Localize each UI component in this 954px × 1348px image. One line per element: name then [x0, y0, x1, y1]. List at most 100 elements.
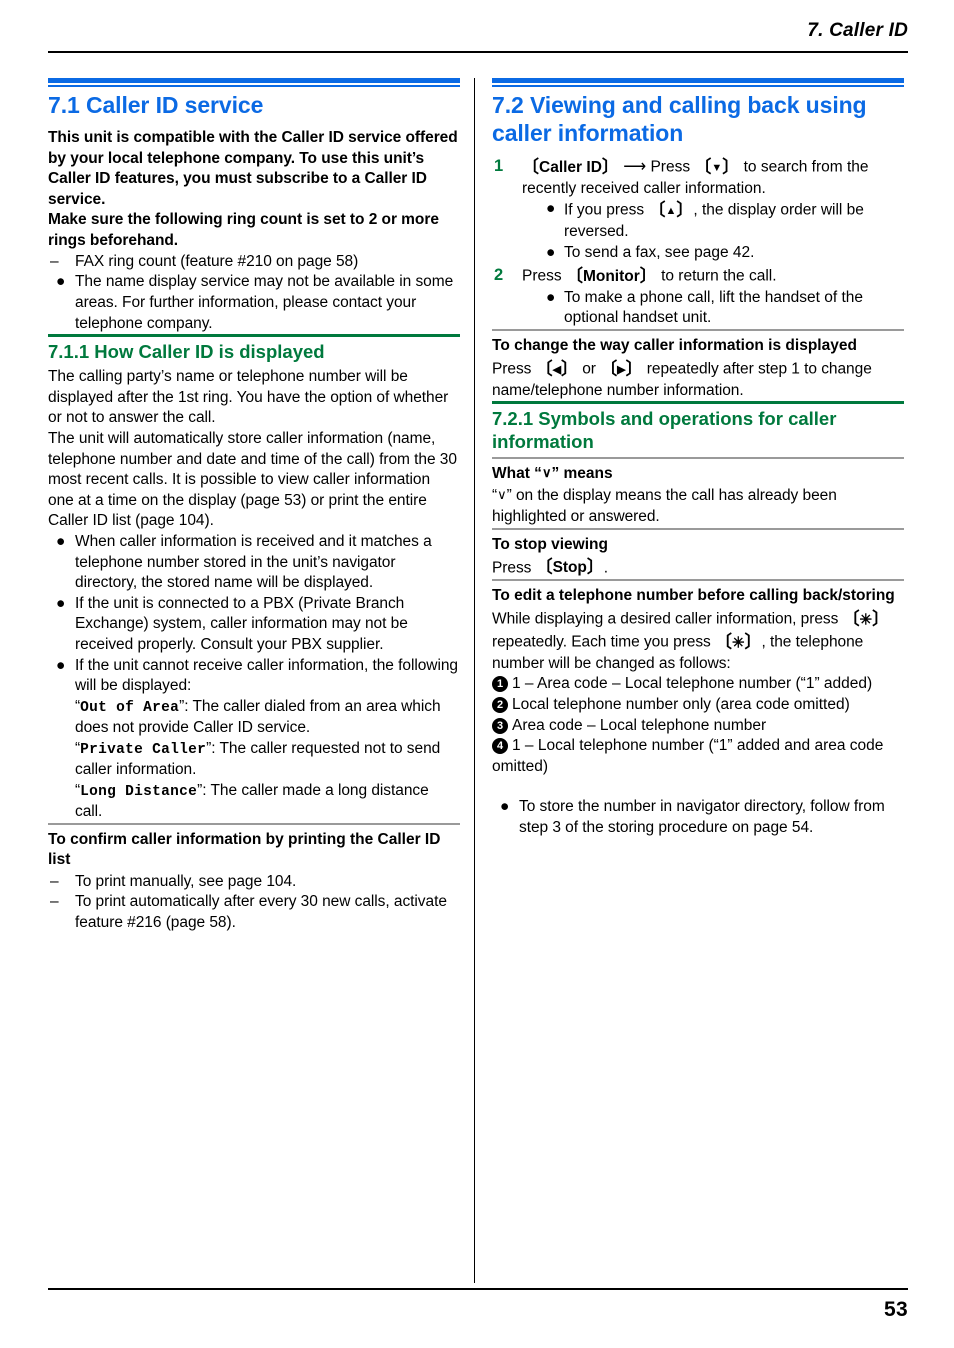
- sub-bullet-pre: To send a fax, see page 42.: [564, 243, 755, 261]
- body-post: ” on the display means the call has alre…: [492, 487, 837, 525]
- right-column: 7.2 Viewing and calling back using calle…: [492, 78, 904, 839]
- text-pre: Press: [492, 360, 532, 378]
- circled-number-icon: 1: [492, 676, 508, 693]
- print-block-heading: To confirm caller information by printin…: [48, 830, 441, 868]
- key-caller-id: 〔Caller ID〕: [522, 157, 619, 177]
- edit-number-heading: To edit a telephone number before callin…: [492, 587, 895, 605]
- how-displayed-paragraph-2: The unit will automatically store caller…: [48, 429, 457, 530]
- key-left-arrow: 〔◀〕: [535, 359, 578, 379]
- bullet-icon: ●: [500, 798, 510, 816]
- step-number: 1: [494, 157, 504, 176]
- bullet-icon: ●: [546, 288, 556, 306]
- stop-viewing-heading: To stop viewing: [492, 535, 608, 553]
- dash-marker: –: [50, 872, 59, 890]
- list-item-label: When caller information is received and …: [75, 532, 432, 592]
- key-asterisk: 〔✳〕: [842, 609, 890, 629]
- change-display-rule: [492, 328, 904, 331]
- display-message-row: “Private Caller”: The caller requested n…: [75, 739, 460, 781]
- display-message-block: “Out of Area”: The caller dialed from an…: [48, 697, 460, 823]
- what-check-heading: What “∨” means: [492, 464, 904, 484]
- key-stop: 〔Stop〕: [535, 557, 604, 577]
- list-item-label: 1 – Area code – Local telephone number (…: [512, 675, 873, 693]
- list-item: ● When caller information is received an…: [48, 532, 460, 594]
- section-intro-paragraph-2: Make sure the following ring count is se…: [48, 211, 439, 250]
- what-check-rule: [492, 457, 904, 460]
- step-text-a: Press: [650, 158, 691, 176]
- section-title-7-1: 7.1 Caller ID service: [48, 92, 264, 118]
- step-1-sub-bullets: ● If you press 〔▲〕, the display order wi…: [542, 199, 904, 263]
- dash-marker: –: [50, 893, 59, 911]
- bullet-icon: ●: [56, 656, 66, 674]
- stop-viewing-paragraph: Press 〔Stop〕.: [492, 557, 904, 580]
- section-bar-thick: [48, 78, 460, 83]
- section-intro-paragraph-1: This unit is compatible with the Caller …: [48, 129, 458, 208]
- section-title-7-2: 7.2 Viewing and calling back using calle…: [492, 92, 867, 147]
- subsection-rule-7-2-1: [492, 401, 904, 405]
- section-bar-thick: [492, 78, 904, 83]
- left-arrow-icon: ◀: [552, 363, 562, 376]
- manual-page: 7. Caller ID 7.1 Caller ID service This …: [0, 0, 954, 1348]
- asterisk-icon: ✳: [731, 634, 745, 652]
- display-message-code: Private Caller: [80, 741, 207, 758]
- list-item: – FAX ring count (feature #210 on page 5…: [48, 252, 460, 273]
- subsection-title-7-1-1: 7.1.1 How Caller ID is displayed: [48, 341, 325, 363]
- procedure-steps: 1 〔Caller ID〕 ⟶ Press 〔▼〕 to search from…: [492, 156, 904, 329]
- list-item: ● If the unit is connected to a PBX (Pri…: [48, 594, 460, 656]
- list-item: ● If you press 〔▲〕, the display order wi…: [542, 199, 904, 242]
- edit-number-paragraph: While displaying a desired caller inform…: [492, 608, 904, 674]
- step-number: 2: [494, 266, 504, 285]
- bullet-icon: ●: [56, 532, 66, 550]
- subsection-title-7-2-1: 7.2.1 Symbols and operations for caller …: [492, 408, 837, 453]
- list-item: 2 Local telephone number only (area code …: [492, 695, 904, 716]
- change-display-heading: To change the way caller information is …: [492, 336, 857, 354]
- list-item: ● The name display service may not be av…: [48, 272, 460, 334]
- key-right-arrow: 〔▶〕: [600, 359, 643, 379]
- circled-number-icon: 2: [492, 696, 508, 713]
- list-item-label: To store the number in navigator directo…: [519, 798, 885, 836]
- up-arrow-icon: ▲: [665, 204, 677, 217]
- list-item: – To print automatically after every 30 …: [48, 892, 460, 933]
- list-item: 3 Area code – Local telephone number: [492, 716, 904, 737]
- check-glyph-icon: ∨: [497, 487, 507, 503]
- list-item-label: The name display service may not be avai…: [75, 273, 454, 332]
- list-item: – To print manually, see page 104.: [48, 872, 460, 893]
- asterisk-icon: ✳: [859, 611, 873, 629]
- circled-number-icon: 3: [492, 717, 508, 734]
- procedure-step-2: 2 Press 〔Monitor〕 to return the call. ● …: [492, 265, 904, 329]
- column-divider: [474, 78, 475, 1283]
- dash-marker: –: [50, 252, 59, 270]
- list-item-label: Local telephone number only (area code o…: [512, 695, 850, 713]
- display-message-code: Out of Area: [80, 699, 180, 716]
- arrow-icon: ⟶: [623, 158, 647, 176]
- subsection-rule-7-1-1: [48, 334, 460, 338]
- procedure-step-1: 1 〔Caller ID〕 ⟶ Press 〔▼〕 to search from…: [492, 156, 904, 263]
- left-column: 7.1 Caller ID service This unit is compa…: [48, 78, 460, 934]
- edit-number-options: 11 – Area code – Local telephone number …: [492, 674, 904, 777]
- stop-viewing-rule: [492, 527, 904, 530]
- list-item-label: Area code – Local telephone number: [512, 716, 767, 734]
- list-item-label: To print automatically after every 30 ne…: [75, 893, 447, 931]
- heading-post: ” means: [551, 465, 613, 483]
- ring-count-dash-list: – FAX ring count (feature #210 on page 5…: [48, 252, 460, 273]
- footer-rule: [48, 1288, 908, 1290]
- list-item: 41 – Local telephone number (“1” added a…: [492, 736, 904, 777]
- store-number-note-list: ● To store the number in navigator direc…: [492, 797, 904, 838]
- list-item: ● If the unit cannot receive caller info…: [48, 656, 460, 697]
- sub-bullet-label: To make a phone call, lift the handset o…: [564, 288, 863, 327]
- name-display-bullet-list: ● The name display service may not be av…: [48, 272, 460, 334]
- how-displayed-bullet-list: ● When caller information is received an…: [48, 532, 460, 697]
- list-item-label: To print manually, see page 104.: [75, 872, 297, 890]
- key-up-arrow: 〔▲〕: [648, 200, 694, 220]
- para-pre: While displaying a desired caller inform…: [492, 610, 839, 628]
- display-message-row: “Out of Area”: The caller dialed from an…: [75, 697, 460, 739]
- list-item: ● To store the number in navigator direc…: [492, 797, 904, 838]
- display-message-code: Long Distance: [80, 783, 198, 800]
- key-monitor: 〔Monitor〕: [565, 266, 657, 286]
- display-message-row: “Long Distance”: The caller made a long …: [75, 781, 460, 823]
- circled-number-icon: 4: [492, 738, 508, 755]
- list-item: ● To make a phone call, lift the handset…: [542, 288, 904, 329]
- print-block-list: – To print manually, see page 104. – To …: [48, 872, 460, 934]
- key-asterisk: 〔✳〕: [715, 632, 762, 652]
- step-2-sub-bullets: ● To make a phone call, lift the handset…: [542, 288, 904, 329]
- what-check-paragraph: “∨” on the display means the call has al…: [492, 486, 904, 527]
